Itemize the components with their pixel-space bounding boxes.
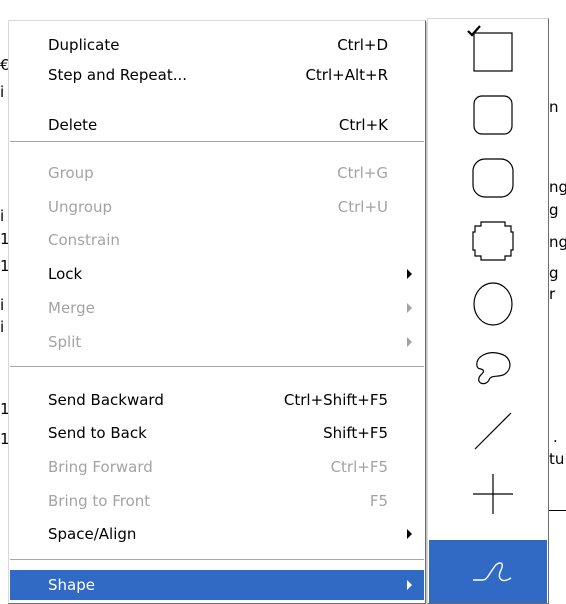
menu-item-ungroup[interactable]: Ungroup Ctrl+U: [10, 192, 424, 222]
menu-item-label: Split: [48, 333, 82, 351]
shape-option-rounded-rectangle-large[interactable]: [429, 147, 547, 210]
menu-item-label: Shape: [48, 576, 95, 594]
menu-item-shortcut: Ctrl+Alt+R: [305, 66, 388, 84]
menu-item-label: Step and Repeat...: [48, 66, 188, 84]
menu-item-shortcut: Ctrl+Shift+F5: [283, 391, 388, 409]
bg-char: g: [549, 264, 559, 282]
menu-item-label: Bring Forward: [48, 458, 153, 476]
shape-option-freeform[interactable]: [429, 336, 547, 399]
shape-option-crosshair[interactable]: [429, 462, 547, 525]
shape-option-rectangle[interactable]: [429, 21, 547, 84]
menu-item-bring-forward[interactable]: Bring Forward Ctrl+F5: [10, 452, 424, 482]
menu-item-constrain[interactable]: Constrain: [10, 225, 424, 255]
menu-item-send-backward[interactable]: Send Backward Ctrl+Shift+F5: [10, 385, 424, 415]
menu-item-shortcut: Ctrl+D: [337, 36, 388, 54]
menu-item-bring-to-front[interactable]: Bring to Front F5: [10, 486, 424, 516]
menu-item-label: Delete: [48, 116, 98, 134]
shape-option-curve[interactable]: [429, 540, 547, 603]
menu-item-shortcut: Ctrl+G: [337, 164, 388, 182]
submenu-arrow-icon: [407, 337, 412, 347]
menu-item-send-to-back[interactable]: Send to Back Shift+F5: [10, 418, 424, 448]
menu-item-label: Send to Back: [48, 424, 147, 442]
menu-item-step-and-repeat[interactable]: Step and Repeat... Ctrl+Alt+R: [10, 60, 424, 90]
menu-item-split[interactable]: Split: [10, 327, 424, 357]
menu-item-space-align[interactable]: Space/Align: [10, 519, 424, 549]
menu-item-label: Constrain: [48, 231, 120, 249]
line-shape-icon: [474, 412, 512, 450]
context-menu: Duplicate Ctrl+D Step and Repeat... Ctrl…: [8, 20, 426, 604]
menu-item-label: Send Backward: [48, 391, 164, 409]
submenu-arrow-icon: [407, 529, 412, 539]
bg-char: i: [0, 207, 5, 225]
shape-option-rounded-rectangle[interactable]: [429, 84, 547, 147]
menu-separator: [10, 366, 424, 367]
menu-item-delete[interactable]: Delete Ctrl+K: [10, 110, 424, 140]
freeform-blob-shape-icon: [476, 352, 511, 385]
menu-item-shape[interactable]: Shape: [10, 570, 424, 600]
bg-char: ng: [549, 178, 566, 196]
shape-option-line[interactable]: [429, 399, 547, 462]
rounded-rectangle-shape-icon: [473, 95, 513, 135]
submenu-arrow-icon: [407, 580, 412, 590]
ellipse-shape-icon: [473, 282, 513, 326]
menu-item-shortcut: Ctrl+F5: [330, 458, 388, 476]
menu-item-label: Space/Align: [48, 525, 137, 543]
bg-char: tu: [549, 450, 565, 468]
submenu-arrow-icon: [407, 269, 412, 279]
menu-item-shortcut: F5: [369, 492, 388, 510]
bg-char: i: [0, 318, 5, 336]
menu-item-label: Ungroup: [48, 198, 113, 216]
bg-char: i: [0, 83, 5, 101]
crosshair-shape-icon: [473, 474, 513, 514]
menu-item-label: Lock: [48, 265, 83, 283]
submenu-arrow-icon: [407, 303, 412, 313]
menu-item-shortcut: Ctrl+U: [337, 198, 388, 216]
menu-item-lock[interactable]: Lock: [10, 259, 424, 289]
rectangle-shape-icon: [473, 32, 513, 72]
menu-separator: [10, 141, 424, 142]
bg-char: g: [549, 201, 559, 219]
rounded-rectangle-large-shape-icon: [472, 158, 514, 198]
shape-submenu: [427, 18, 549, 604]
curve-shape-icon: [473, 562, 512, 582]
beveled-rectangle-shape-icon: [472, 221, 514, 261]
menu-item-merge[interactable]: Merge: [10, 293, 424, 323]
bg-char: r: [549, 285, 556, 303]
menu-item-label: Duplicate: [48, 36, 120, 54]
bg-char: .: [553, 428, 558, 446]
bg-char: ng: [549, 233, 566, 251]
shape-option-ellipse[interactable]: [429, 273, 547, 336]
bg-char: n: [549, 98, 559, 116]
menu-item-shortcut: Ctrl+K: [338, 116, 388, 134]
menu-item-shortcut: Shift+F5: [323, 424, 388, 442]
menu-item-label: Group: [48, 164, 94, 182]
menu-item-label: Merge: [48, 299, 95, 317]
menu-item-label: Bring to Front: [48, 492, 151, 510]
bg-rule: [549, 510, 566, 511]
shape-option-beveled-rectangle[interactable]: [429, 210, 547, 273]
menu-item-duplicate[interactable]: Duplicate Ctrl+D: [10, 30, 424, 60]
bg-char: i: [0, 296, 5, 314]
menu-item-group[interactable]: Group Ctrl+G: [10, 158, 424, 188]
menu-separator: [10, 559, 424, 560]
